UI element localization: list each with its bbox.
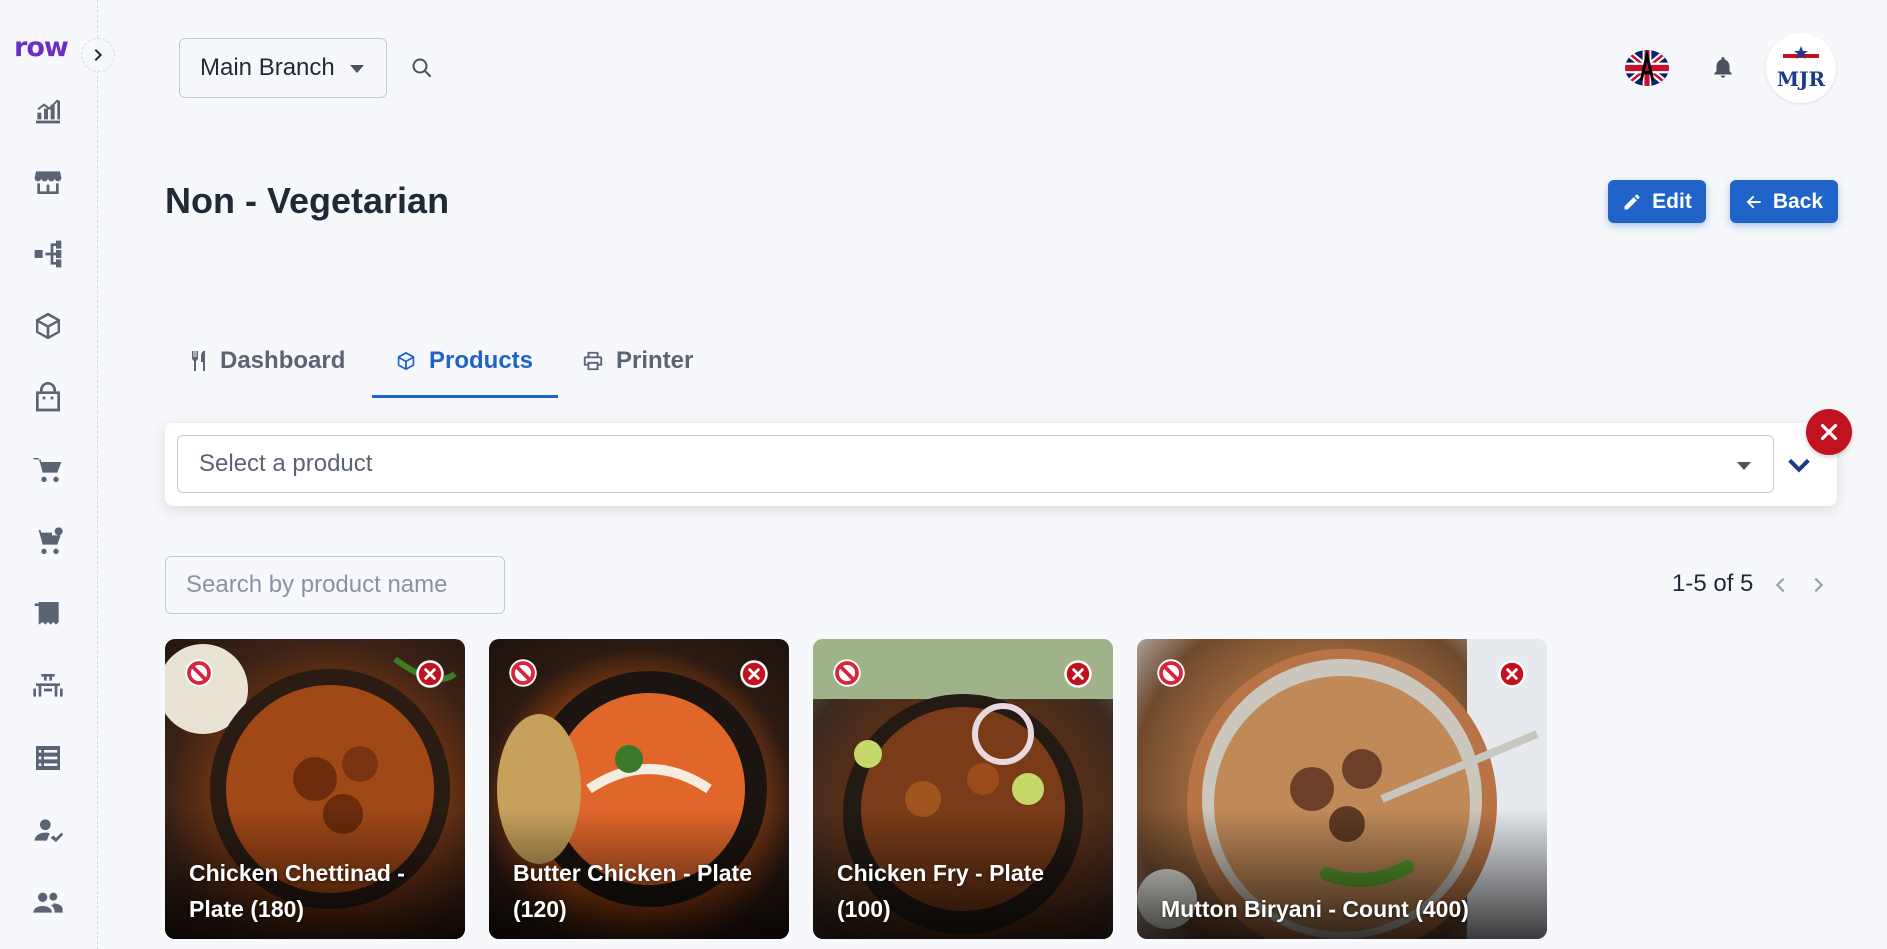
bell-icon[interactable] <box>1710 54 1736 82</box>
sidebar: row <box>0 0 98 949</box>
pencil-icon <box>1624 194 1640 209</box>
shopping-bag-icon[interactable] <box>30 380 66 416</box>
svg-text:MJR: MJR <box>1777 67 1826 91</box>
back-button-label: Back <box>1772 189 1824 213</box>
branch-select[interactable]: Main Branch <box>179 38 387 98</box>
user-check-icon[interactable] <box>30 812 66 848</box>
remove-product-icon[interactable] <box>415 659 445 689</box>
product-select[interactable]: Select a product <box>177 435 1774 493</box>
cube-icon <box>397 351 415 371</box>
printer-icon <box>583 351 603 371</box>
remove-product-icon[interactable] <box>1063 659 1093 689</box>
product-name: Butter Chicken - Plate (120) <box>513 860 752 922</box>
pagination-range: 1-5 of 5 <box>1672 570 1754 597</box>
receipt-icon[interactable] <box>30 596 66 632</box>
product-select-placeholder: Select a product <box>199 450 373 477</box>
box-icon[interactable] <box>30 308 66 344</box>
user-avatar[interactable]: MJR <box>1766 33 1836 103</box>
sidebar-toggle-button[interactable] <box>81 38 115 72</box>
tab-products[interactable]: Products <box>395 330 533 392</box>
product-name: Mutton Biryani - Count (400) <box>1161 896 1469 922</box>
product-card[interactable]: Butter Chicken - Plate (120) <box>489 639 789 939</box>
product-card[interactable]: Chicken Chettinad - Plate (180) <box>165 639 465 939</box>
product-search-input[interactable] <box>165 556 505 614</box>
product-card[interactable]: Chicken Fry - Plate (100) <box>813 639 1113 939</box>
cart-notify-icon[interactable] <box>30 524 66 560</box>
list-icon[interactable] <box>30 740 66 776</box>
tab-label: Dashboard <box>220 347 346 374</box>
branch-label: Main Branch <box>200 54 335 81</box>
disable-icon[interactable] <box>184 658 214 688</box>
product-name: Chicken Chettinad - Plate (180) <box>189 860 405 922</box>
edit-button-label: Edit <box>1652 189 1692 213</box>
chevron-down-icon[interactable] <box>1785 451 1813 479</box>
tab-dashboard[interactable]: Dashboard <box>190 330 345 392</box>
disable-icon[interactable] <box>508 658 538 688</box>
cart-icon[interactable] <box>30 452 66 488</box>
active-tab-indicator <box>372 395 558 398</box>
tab-printer[interactable]: Printer <box>582 330 693 392</box>
edit-button[interactable]: Edit <box>1608 180 1706 223</box>
caret-down-icon <box>350 65 364 73</box>
tab-label: Products <box>429 347 534 374</box>
chevron-right-icon[interactable] <box>1807 574 1829 596</box>
chevron-right-icon <box>94 48 103 62</box>
disable-icon[interactable] <box>832 658 862 688</box>
close-icon <box>1820 423 1838 441</box>
product-name: Chicken Fry - Plate (100) <box>837 860 1045 922</box>
language-flag-icon[interactable] <box>1625 50 1669 86</box>
page-title: Non - Vegetarian <box>165 180 450 221</box>
users-icon[interactable] <box>30 884 66 920</box>
chevron-left-icon[interactable] <box>1770 574 1792 596</box>
disable-icon[interactable] <box>1156 658 1186 688</box>
search-icon[interactable] <box>410 56 434 80</box>
remove-product-icon[interactable] <box>739 659 769 689</box>
tab-label: Printer <box>616 347 694 374</box>
utensils-icon <box>192 351 205 371</box>
arrow-left-icon <box>1746 195 1761 208</box>
back-button[interactable]: Back <box>1730 180 1838 223</box>
product-select-card: Select a product <box>165 423 1837 506</box>
analytics-icon[interactable] <box>30 92 66 128</box>
product-card[interactable]: Mutton Biryani - Count (400) <box>1137 639 1547 939</box>
app-logo[interactable]: row <box>14 32 69 63</box>
hierarchy-icon[interactable] <box>30 236 66 272</box>
close-panel-button[interactable] <box>1806 409 1852 455</box>
caret-down-icon <box>1737 462 1751 470</box>
dining-table-icon[interactable] <box>30 668 66 704</box>
brand-logo-icon: MJR <box>1777 46 1826 91</box>
remove-product-icon[interactable] <box>1497 659 1527 689</box>
store-icon[interactable] <box>30 164 66 200</box>
